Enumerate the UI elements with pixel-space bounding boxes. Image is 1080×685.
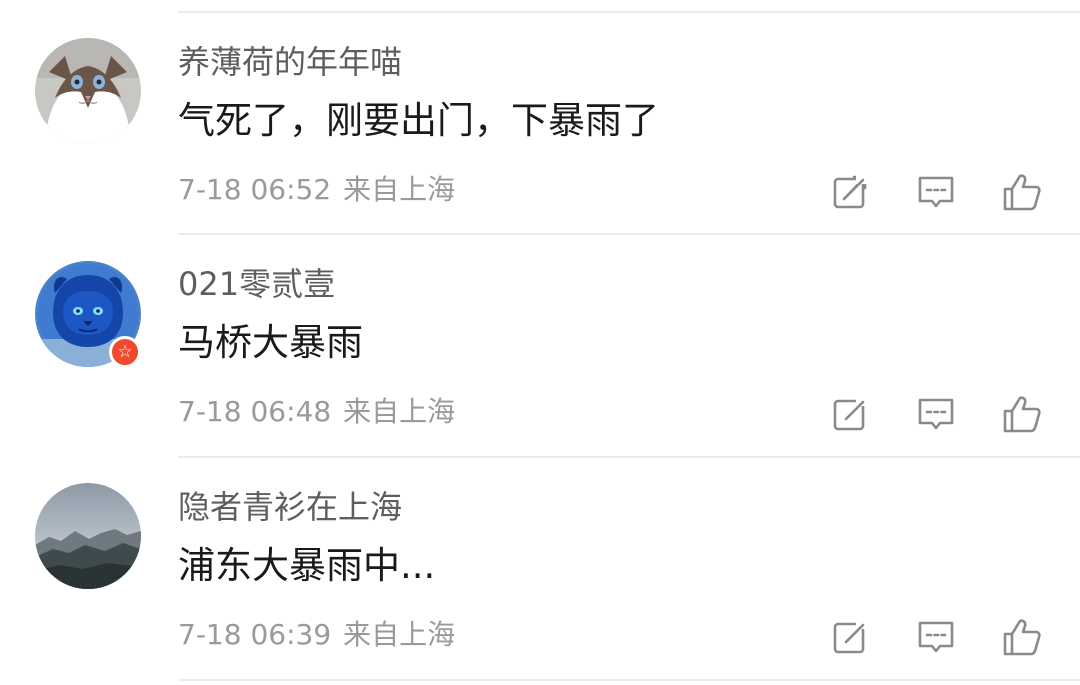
comment-meta: 7-18 06:52 来自上海 <box>178 172 455 208</box>
repost-button[interactable] <box>830 617 870 657</box>
location: 来自上海 <box>343 395 456 428</box>
share-icon <box>833 394 870 431</box>
thumbs-up-icon <box>1003 619 1041 656</box>
comment-list: 养薄荷的年年喵 气死了，刚要出门，下暴雨了 7-18 06:52 来自上海 ☆ … <box>0 0 1080 685</box>
comment-text: 浦东大暴雨中... <box>178 544 436 587</box>
like-button[interactable] <box>1002 172 1042 212</box>
like-button[interactable] <box>1002 394 1042 434</box>
reply-button[interactable] <box>916 617 956 657</box>
mountain-landscape-avatar-icon <box>35 483 141 589</box>
avatar[interactable] <box>35 38 141 144</box>
comment-meta: 7-18 06:48 来自上海 <box>178 394 455 430</box>
share-icon <box>833 172 870 209</box>
comment-text: 气死了，刚要出门，下暴雨了 <box>178 99 659 142</box>
verified-badge: ☆ <box>109 336 141 368</box>
comment-icon <box>918 398 954 430</box>
divider <box>178 679 1080 681</box>
like-button[interactable] <box>1002 617 1042 657</box>
username[interactable]: 隐者青衫在上海 <box>178 487 402 527</box>
location: 来自上海 <box>343 618 456 651</box>
share-icon <box>833 617 870 654</box>
location: 来自上海 <box>343 173 456 206</box>
reply-button[interactable] <box>916 394 956 434</box>
timestamp: 7-18 06:39 <box>178 618 332 651</box>
cat-avatar-icon <box>35 38 141 144</box>
thumbs-up-icon <box>1003 174 1041 211</box>
username[interactable]: 021零贰壹 <box>178 264 335 304</box>
comment-icon <box>918 621 954 653</box>
reply-button[interactable] <box>916 172 956 212</box>
comment-text: 马桥大暴雨 <box>178 321 363 364</box>
comment-item: ☆ 021零贰壹 马桥大暴雨 7-18 06:48 来自上海 <box>0 234 1080 456</box>
timestamp: 7-18 06:52 <box>178 173 332 206</box>
username[interactable]: 养薄荷的年年喵 <box>178 42 402 82</box>
comment-item: 养薄荷的年年喵 气死了，刚要出门，下暴雨了 7-18 06:52 来自上海 <box>0 12 1080 234</box>
repost-button[interactable] <box>830 172 870 212</box>
comment-meta: 7-18 06:39 来自上海 <box>178 617 455 653</box>
avatar[interactable] <box>35 483 141 589</box>
comment-icon <box>918 176 954 208</box>
thumbs-up-icon <box>1003 396 1041 433</box>
comment-item: 隐者青衫在上海 浦东大暴雨中... 7-18 06:39 来自上海 <box>0 457 1080 679</box>
repost-button[interactable] <box>830 394 870 434</box>
timestamp: 7-18 06:48 <box>178 395 332 428</box>
